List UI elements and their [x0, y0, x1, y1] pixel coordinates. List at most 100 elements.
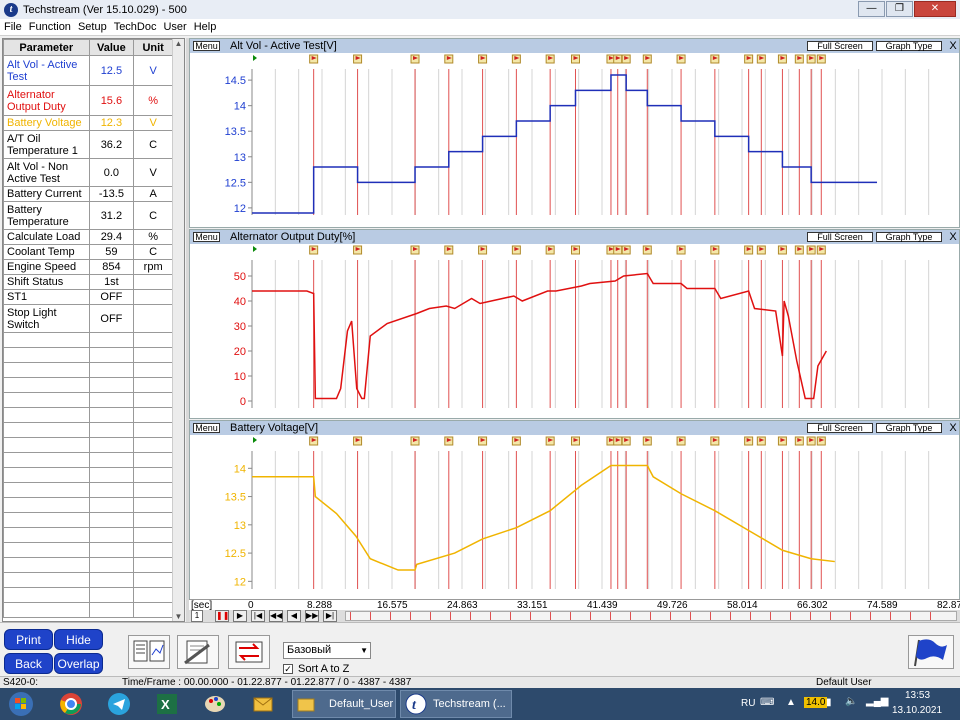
taskbar-item-techstream[interactable]: t Techstream (...	[400, 690, 512, 718]
clock-time[interactable]: 13:53	[905, 690, 930, 701]
show-hidden-icons-icon[interactable]: ▲	[786, 697, 796, 708]
status-timeframe: Time/Frame : 00.00.000 - 01.22.877 - 01.…	[122, 677, 412, 688]
parameter-unit: rpm	[133, 259, 173, 275]
parameter-row[interactable]: Alt Vol - Active Test 12.5 V	[3, 55, 173, 86]
maximize-button[interactable]: ❐	[886, 1, 913, 17]
header-unit[interactable]: Unit	[133, 39, 173, 56]
scroll-down-icon[interactable]: ▼	[173, 612, 184, 621]
step-end-button[interactable]: ▶|	[323, 610, 337, 622]
parameter-row[interactable]: Battery Voltage 12.3 V	[3, 115, 173, 131]
table-graph-icon	[133, 640, 165, 662]
header-value[interactable]: Value	[88, 39, 135, 56]
tray-badge[interactable]: 14.0	[804, 697, 828, 708]
parameter-row[interactable]: Shift Status 1st	[3, 274, 173, 290]
empty-cell	[88, 572, 135, 588]
empty-cell	[133, 497, 173, 513]
timeline-marker	[870, 612, 871, 620]
parameter-unit	[133, 304, 173, 333]
status-bar: S420-0: Time/Frame : 00.00.000 - 01.22.8…	[0, 676, 960, 688]
parameter-name: Alt Vol - Active Test	[3, 55, 90, 86]
parameter-scrollbar[interactable]: ▲ ▼	[172, 39, 184, 621]
full-screen-button[interactable]: Full Screen	[807, 232, 873, 242]
mail-taskbar-icon[interactable]	[244, 690, 282, 718]
network-icon[interactable]: ▂▄▆	[866, 696, 888, 707]
clock-date[interactable]: 13.10.2021	[892, 705, 942, 716]
timeline-track[interactable]	[345, 611, 957, 621]
graph-type-button[interactable]: Graph Type	[876, 41, 942, 51]
graph-close-button[interactable]: X	[947, 421, 959, 435]
empty-cell	[3, 572, 90, 588]
hide-button[interactable]: Hide	[54, 629, 103, 650]
step-forward-button[interactable]: ▶▶	[305, 610, 319, 622]
excel-taskbar-icon[interactable]: X	[148, 690, 186, 718]
minimize-button[interactable]: —	[858, 1, 885, 17]
edit-report-button[interactable]	[177, 635, 219, 669]
flag-button[interactable]	[908, 635, 954, 669]
keyboard-icon[interactable]: ⌨	[760, 697, 774, 708]
menu-file[interactable]: File	[4, 21, 22, 33]
menu-setup[interactable]: Setup	[78, 21, 107, 33]
graph-type-button[interactable]: Graph Type	[876, 423, 942, 433]
menu-techdoc[interactable]: TechDoc	[114, 21, 157, 33]
empty-row	[3, 332, 173, 348]
pause-button[interactable]: ❚❚	[215, 610, 229, 622]
menu-function[interactable]: Function	[29, 21, 71, 33]
empty-row	[3, 602, 173, 618]
scroll-up-icon[interactable]: ▲	[173, 39, 184, 48]
step-start-button[interactable]: |◀	[251, 610, 265, 622]
close-button[interactable]: ✕	[914, 1, 956, 17]
menubar: File Function Setup TechDoc User Help	[0, 19, 960, 36]
graph-close-button[interactable]: X	[947, 230, 959, 244]
start-marker-icon	[253, 246, 257, 252]
speaker-icon[interactable]: 🔈	[845, 696, 857, 707]
parameter-row[interactable]: Calculate Load 29.4%	[3, 229, 173, 245]
graph-close-button[interactable]: X	[947, 39, 959, 53]
graph-menu-button[interactable]: Menu	[193, 232, 220, 242]
chrome-taskbar-icon[interactable]	[52, 690, 90, 718]
sort-a-to-z-checkbox[interactable]: ✓	[283, 664, 293, 674]
print-button[interactable]: Print	[4, 629, 53, 650]
parameter-row[interactable]: ST1 OFF	[3, 289, 173, 305]
paint-taskbar-icon[interactable]	[196, 690, 234, 718]
full-screen-button[interactable]: Full Screen	[807, 41, 873, 51]
snapshot-button[interactable]	[128, 635, 170, 669]
y-tick-label: 10	[234, 371, 246, 383]
taskbar-item-folder[interactable]: Default_User	[292, 690, 396, 718]
graph-type-button[interactable]: Graph Type	[876, 232, 942, 242]
step-back-button[interactable]: ◀◀	[269, 610, 283, 622]
start-button[interactable]	[2, 690, 40, 718]
parameter-row[interactable]: Engine Speed 854 rpm	[3, 259, 173, 275]
menu-help[interactable]: Help	[194, 21, 217, 33]
parameter-row[interactable]: Alt Vol - Non Active Test 0.0 V	[3, 158, 173, 187]
series-line	[252, 272, 827, 400]
telegram-taskbar-icon[interactable]	[100, 690, 138, 718]
battery-icon[interactable]: ▮	[826, 697, 832, 708]
parameter-row[interactable]: A/T Oil Temperature 1 36.2 C	[3, 130, 173, 159]
language-indicator[interactable]: RU	[741, 698, 755, 709]
play-button[interactable]: ▶	[233, 610, 247, 622]
menu-user[interactable]: User	[163, 21, 186, 33]
empty-cell	[3, 527, 90, 543]
header-parameter[interactable]: Parameter	[3, 39, 90, 56]
graph-menu-button[interactable]: Menu	[193, 41, 220, 51]
step-back-one-button[interactable]: ◀	[287, 610, 301, 622]
parameter-row[interactable]: Battery Current -13.5 A	[3, 186, 173, 202]
empty-cell	[133, 557, 173, 573]
parameter-row[interactable]: Battery Temperature 31.2 C	[3, 201, 173, 230]
empty-cell	[133, 452, 173, 468]
graph-menu-button[interactable]: Menu	[193, 423, 220, 433]
series-line	[252, 464, 835, 571]
parameter-row[interactable]: Stop Light Switch OFF	[3, 304, 173, 333]
overlap-button[interactable]: Overlap	[54, 653, 103, 674]
parameter-value: 12.3	[88, 115, 135, 131]
back-button[interactable]: Back	[4, 653, 53, 674]
empty-cell	[3, 482, 90, 498]
parameter-row[interactable]: Coolant Temp 59 C	[3, 244, 173, 260]
timeline-marker	[770, 612, 771, 620]
parameter-row[interactable]: Alternator Output Duty 15.6%	[3, 85, 173, 116]
switch-view-button[interactable]	[228, 635, 270, 669]
empty-row	[3, 557, 173, 573]
full-screen-button[interactable]: Full Screen	[807, 423, 873, 433]
windows-logo-icon	[9, 692, 33, 716]
profile-select[interactable]: Базовый ▼	[283, 642, 371, 659]
